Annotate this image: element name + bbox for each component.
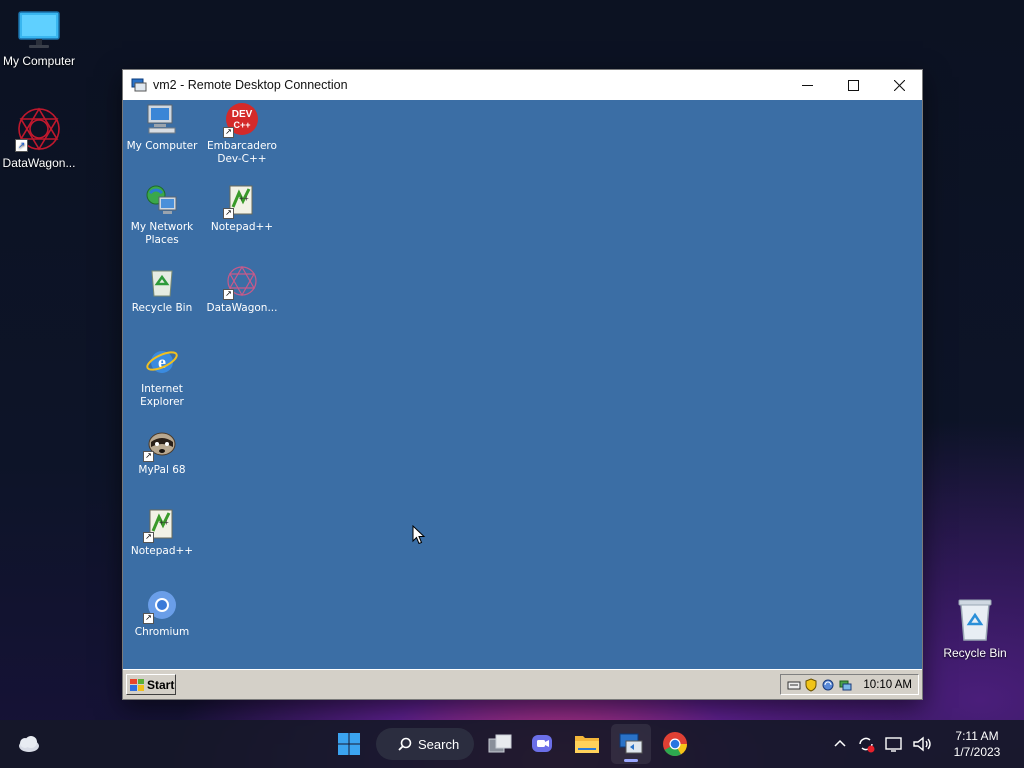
teams-chat-button[interactable]	[523, 724, 563, 764]
guest-icon-mypal[interactable]: ↗ MyPal 68	[123, 426, 201, 477]
maximize-icon	[847, 79, 859, 91]
guest-icon-datawagon[interactable]: ↗ DataWagon...	[203, 264, 281, 315]
guest-icon-devcpp[interactable]: DEV C++ ↗ Embarcadero Dev-C++	[203, 102, 281, 166]
keyboard-icon[interactable]	[787, 678, 801, 692]
shortcut-arrow-icon: ↗	[223, 127, 234, 138]
guest-icon-network-places[interactable]: My Network Places	[123, 183, 201, 247]
windows-flag-icon	[130, 678, 144, 691]
host-system-tray: 7:11 AM 1/7/2023	[828, 720, 1024, 768]
guest-icon-label: My Network Places	[130, 221, 194, 246]
guest-icon-recycle-bin[interactable]: Recycle Bin	[123, 264, 201, 315]
chat-icon	[532, 735, 552, 752]
desktop-icon-label: My Computer	[2, 54, 76, 68]
widgets-button[interactable]	[8, 724, 48, 764]
guest-icon-notepadpp-2[interactable]: ++ ↗ Notepad++	[123, 507, 201, 558]
minimize-icon	[801, 84, 813, 86]
guest-icon-internet-explorer[interactable]: e Internet Explorer	[123, 345, 201, 409]
guest-icon-label: My Computer	[126, 140, 198, 152]
internet-explorer-icon: e	[146, 351, 178, 373]
mouse-cursor-icon	[412, 525, 426, 545]
file-explorer-button[interactable]	[567, 724, 607, 764]
guest-icon-label: Notepad++	[130, 545, 194, 557]
remote-desktop-window[interactable]: vm2 - Remote Desktop Connection My Compu…	[122, 69, 923, 700]
shortcut-arrow-icon: ↗	[223, 208, 234, 219]
svg-text:++: ++	[159, 518, 169, 527]
close-button[interactable]	[876, 70, 922, 100]
svg-text:C++: C++	[233, 120, 250, 130]
svg-text:++: ++	[239, 194, 249, 203]
shortcut-arrow-icon: ↗	[223, 289, 234, 300]
active-indicator	[624, 759, 638, 762]
task-view-button[interactable]	[480, 724, 520, 764]
guest-system-tray: 10:10 AM	[780, 674, 919, 695]
guest-icon-label: Internet Explorer	[140, 383, 184, 408]
guest-icon-my-computer[interactable]: My Computer	[123, 102, 201, 153]
remote-desktop-icon	[619, 733, 643, 754]
clock-time: 7:11 AM	[955, 729, 999, 743]
rdp-app-icon	[131, 78, 147, 92]
guest-icon-chromium[interactable]: ↗ Chromium	[123, 588, 201, 639]
recycle-bin-icon	[151, 270, 173, 297]
network-places-icon	[146, 185, 177, 214]
task-view-icon	[488, 734, 512, 753]
svg-text:DEV: DEV	[232, 109, 253, 120]
search-box[interactable]: Search	[376, 728, 474, 760]
network-tray-icon[interactable]	[838, 678, 852, 692]
desktop-icon-datawagon[interactable]: ↗ DataWagon...	[0, 106, 79, 170]
guest-taskbar: Start 10:10 AM	[123, 669, 922, 699]
update-icon[interactable]	[854, 732, 878, 756]
shortcut-arrow-icon: ↗	[143, 613, 154, 624]
guest-icon-label: Recycle Bin	[131, 302, 193, 314]
folder-icon	[575, 736, 599, 753]
guest-icon-label: Chromium	[134, 626, 190, 638]
guest-icon-label: Embarcadero Dev-C++	[207, 140, 277, 165]
my-computer-icon	[147, 104, 176, 134]
guest-icon-notepadpp-1[interactable]: ++ ↗ Notepad++	[203, 183, 281, 234]
chrome-icon	[663, 732, 687, 757]
start-button[interactable]: Start	[126, 674, 176, 695]
guest-clock[interactable]: 10:10 AM	[863, 679, 912, 691]
chevron-up-icon[interactable]	[828, 732, 852, 756]
desktop-icon-recycle-bin[interactable]: Recycle Bin	[935, 596, 1015, 660]
window-title: vm2 - Remote Desktop Connection	[153, 78, 348, 92]
remote-desktop-taskbar-button[interactable]	[611, 724, 651, 764]
shortcut-arrow-icon: ↗	[143, 532, 154, 543]
desktop-icon-label: DataWagon...	[2, 156, 76, 170]
host-taskbar: Search 7:11 AM 1/7/2023	[0, 720, 1024, 768]
weather-cloud-icon	[19, 736, 39, 752]
desktop-icon-my-computer[interactable]: My Computer	[0, 10, 79, 68]
chrome-button[interactable]	[655, 724, 695, 764]
shortcut-arrow-icon: ↗	[15, 139, 28, 152]
shortcut-arrow-icon: ↗	[143, 451, 154, 462]
clock-date: 1/7/2023	[953, 745, 1001, 759]
volume-icon[interactable]	[910, 732, 934, 756]
recycle-bin-icon	[958, 599, 992, 641]
guest-icon-label: MyPal 68	[138, 464, 186, 476]
window-titlebar[interactable]: vm2 - Remote Desktop Connection	[123, 70, 922, 100]
desktop-icon-label: Recycle Bin	[943, 646, 1007, 660]
sync-icon[interactable]	[821, 678, 835, 692]
search-label: Search	[418, 736, 460, 752]
maximize-button[interactable]	[830, 70, 876, 100]
close-icon	[893, 79, 905, 91]
start-label: Start	[147, 677, 175, 692]
minimize-button[interactable]	[784, 70, 830, 100]
network-icon[interactable]	[882, 732, 906, 756]
search-icon	[398, 737, 412, 751]
guest-icon-label: DataWagon...	[206, 302, 278, 314]
monitor-icon	[18, 11, 60, 48]
guest-icon-label: Notepad++	[210, 221, 274, 233]
clock[interactable]: 7:11 AM 1/7/2023	[942, 728, 1012, 760]
windows-logo-icon	[338, 733, 360, 755]
remote-desktop-area[interactable]: My Computer My Network Places Recycle Bi…	[123, 100, 922, 669]
start-button[interactable]	[329, 724, 369, 764]
security-shield-icon[interactable]	[804, 677, 818, 692]
